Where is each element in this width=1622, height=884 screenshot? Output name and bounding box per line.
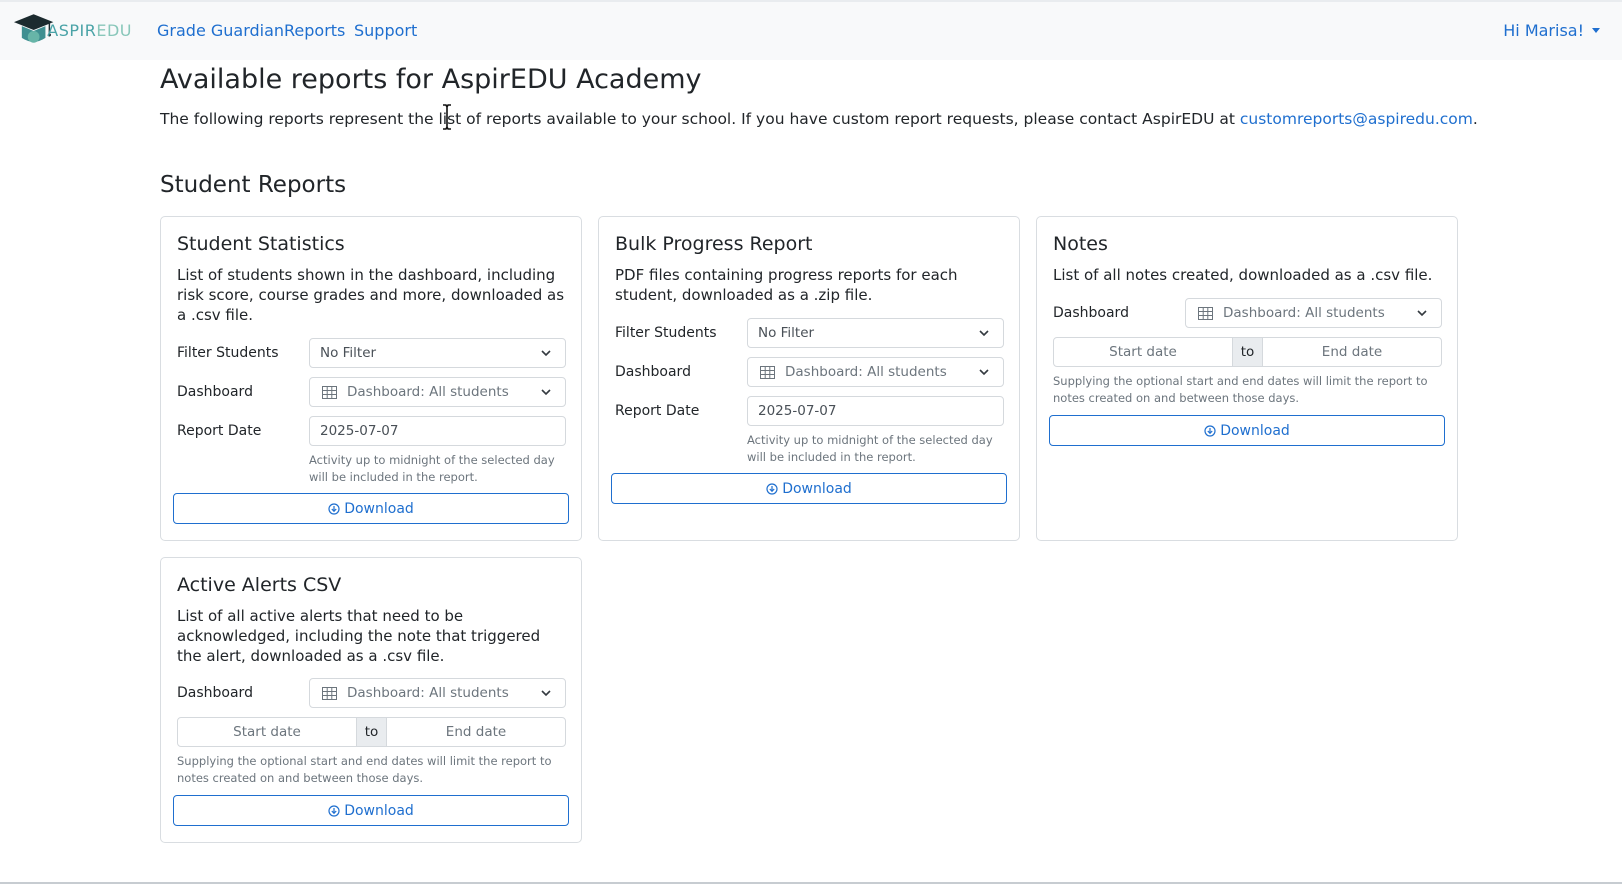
chevron-down-icon (1417, 310, 1427, 317)
brand-logo[interactable]: ASPIREDU (12, 10, 132, 50)
card-student-statistics: Student Statistics List of students show… (160, 216, 582, 541)
text-cursor-icon (443, 104, 451, 130)
filter-students-select[interactable]: No Filter (747, 318, 1004, 348)
select-value: No Filter (320, 345, 377, 361)
intro-text: The following reports represent the list… (160, 110, 1478, 128)
select-value: No Filter (758, 325, 815, 341)
navbar: ASPIREDU Grade Guardian Reports Support … (0, 2, 1622, 60)
intro-body: The following reports represent the list… (160, 110, 1240, 128)
dashboard-select[interactable]: Dashboard: All students (309, 377, 566, 407)
end-date-input[interactable]: End date (1263, 338, 1441, 366)
nav-link-support[interactable]: Support (354, 21, 417, 40)
dashboard-select[interactable]: Dashboard: All students (1185, 298, 1442, 328)
date-range-separator: to (356, 718, 387, 746)
brand-name: ASPIREDU (47, 20, 132, 40)
download-circle-icon (766, 482, 778, 495)
download-label: Download (344, 802, 414, 819)
table-icon (322, 385, 337, 399)
date-range: Start date to End date (177, 717, 566, 747)
download-circle-icon (328, 502, 340, 515)
date-range-separator: to (1232, 338, 1263, 366)
download-button[interactable]: Download (1049, 415, 1445, 446)
start-date-input[interactable]: Start date (178, 718, 356, 746)
card-description: List of all notes created, downloaded as… (1053, 266, 1433, 284)
dashboard-label: Dashboard (177, 384, 253, 400)
download-button[interactable]: Download (173, 493, 569, 524)
select-value: Dashboard: All students (1223, 305, 1385, 321)
report-date-label: Report Date (615, 403, 700, 419)
download-button[interactable]: Download (173, 795, 569, 826)
table-icon (322, 686, 337, 700)
download-label: Download (782, 480, 852, 497)
card-title: Bulk Progress Report (615, 233, 813, 255)
card-description: List of all active alerts that need to b… (177, 607, 541, 665)
card-title: Notes (1053, 233, 1108, 255)
section-title: Student Reports (160, 172, 347, 198)
table-icon (1198, 306, 1213, 320)
card-description: PDF files containing progress reports fo… (615, 266, 958, 304)
download-label: Download (344, 500, 414, 517)
end-date-input[interactable]: End date (387, 718, 565, 746)
help-text: Supplying the optional start and end dat… (1053, 374, 1428, 405)
card-title: Student Statistics (177, 233, 345, 255)
filter-students-label: Filter Students (615, 325, 717, 341)
caret-down-icon (1592, 28, 1600, 33)
select-value: Dashboard: All students (347, 685, 509, 701)
user-menu[interactable]: Hi Marisa! (1503, 21, 1600, 40)
start-date-input[interactable]: Start date (1054, 338, 1232, 366)
user-greeting: Hi Marisa! (1503, 21, 1584, 40)
report-date-input[interactable]: 2025-07-07 (747, 396, 1004, 426)
custom-reports-email-link[interactable]: customreports@aspiredu.com (1240, 110, 1473, 128)
card-active-alerts-csv: Active Alerts CSV List of all active ale… (160, 557, 582, 843)
nav-link-grade-guardian[interactable]: Grade Guardian (157, 21, 284, 40)
dashboard-select[interactable]: Dashboard: All students (747, 357, 1004, 387)
dashboard-label: Dashboard (615, 364, 691, 380)
date-range: Start date to End date (1053, 337, 1442, 367)
filter-students-select[interactable]: No Filter (309, 338, 566, 368)
chevron-down-icon (541, 389, 551, 396)
chevron-down-icon (541, 690, 551, 697)
select-value: Dashboard: All students (347, 384, 509, 400)
dashboard-select[interactable]: Dashboard: All students (309, 678, 566, 708)
filter-students-label: Filter Students (177, 345, 279, 361)
card-notes: Notes List of all notes created, downloa… (1036, 216, 1458, 541)
download-circle-icon (328, 804, 340, 817)
help-text: Activity up to midnight of the selected … (309, 453, 555, 484)
card-bulk-progress-report: Bulk Progress Report PDF files containin… (598, 216, 1020, 541)
dashboard-label: Dashboard (1053, 305, 1129, 321)
page-title: Available reports for AspirEDU Academy (160, 64, 702, 95)
help-text: Supplying the optional start and end dat… (177, 754, 552, 785)
table-icon (760, 365, 775, 379)
nav-link-reports[interactable]: Reports (284, 21, 345, 40)
chevron-down-icon (979, 330, 989, 337)
select-value: Dashboard: All students (785, 364, 947, 380)
download-button[interactable]: Download (611, 473, 1007, 504)
report-date-input[interactable]: 2025-07-07 (309, 416, 566, 446)
report-date-label: Report Date (177, 423, 262, 439)
dashboard-label: Dashboard (177, 685, 253, 701)
download-circle-icon (1204, 424, 1216, 437)
chevron-down-icon (979, 369, 989, 376)
card-title: Active Alerts CSV (177, 574, 342, 596)
help-text: Activity up to midnight of the selected … (747, 433, 993, 464)
intro-end: . (1472, 110, 1478, 128)
card-description: List of students shown in the dashboard,… (177, 266, 565, 324)
chevron-down-icon (541, 350, 551, 357)
download-label: Download (1220, 422, 1290, 439)
